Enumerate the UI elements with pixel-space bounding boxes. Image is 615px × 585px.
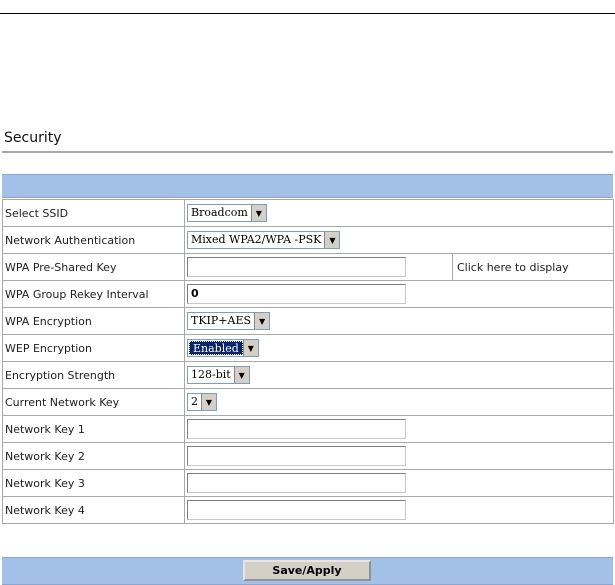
form-header-band [2,174,613,198]
current-network-key-label: Current Network Key [2,388,185,416]
encryption-strength-value: 128-bit [191,368,231,381]
title-divider [2,151,613,153]
select-ssid-label: Select SSID [2,199,185,227]
wpa-rekey-interval-input[interactable]: 0 [187,284,406,304]
form-row-wep-encryption: WEP Encryption Enabled ▼ [2,334,614,362]
wpa-psk-label: WPA Pre-Shared Key [2,253,185,281]
chevron-down-icon[interactable]: ▼ [254,313,270,329]
ssid-select[interactable]: Broadcom ▼ [187,204,267,222]
chevron-down-icon[interactable]: ▼ [324,232,340,248]
form-row-network-authentication: Network Authentication Mixed WPA2/WPA -P… [2,226,614,254]
form-row-wpa-encryption: WPA Encryption TKIP+AES ▼ [2,307,614,335]
encryption-strength-select[interactable]: 128-bit ▼ [187,366,250,384]
wpa-rekey-interval-label: WPA Group Rekey Interval [2,280,185,308]
form-row-network-key-4: Network Key 4 [2,496,614,524]
form-row-network-key-1: Network Key 1 [2,415,614,443]
chevron-down-icon[interactable]: ▼ [242,340,258,356]
chevron-down-icon[interactable]: ▼ [250,205,266,221]
network-key-4-input[interactable] [187,500,406,520]
current-network-key-select[interactable]: 2 ▼ [187,393,217,411]
form-row-select-ssid: Select SSID Broadcom ▼ [2,199,614,227]
network-key-2-input[interactable] [187,446,406,466]
form-row-network-key-3: Network Key 3 [2,469,614,497]
wpa-psk-input[interactable] [187,257,406,277]
form-row-wpa-psk: WPA Pre-Shared Key Click here to display [2,253,614,281]
wpa-encryption-select[interactable]: TKIP+AES ▼ [187,312,271,330]
wep-encryption-label: WEP Encryption [2,334,185,362]
network-authentication-label: Network Authentication [2,226,185,254]
ssid-select-value: Broadcom [191,206,248,219]
network-key-3-input[interactable] [187,473,406,493]
wep-encryption-value: Enabled [189,341,243,355]
network-key-3-label: Network Key 3 [2,469,185,497]
top-divider [0,13,615,14]
wpa-encryption-value: TKIP+AES [191,314,252,327]
wep-encryption-select[interactable]: Enabled ▼ [187,339,259,357]
network-key-1-input[interactable] [187,419,406,439]
security-form: Select SSID Broadcom ▼ Network Authentic… [2,199,614,524]
network-key-4-label: Network Key 4 [2,496,185,524]
form-row-current-network-key: Current Network Key 2 ▼ [2,388,614,416]
encryption-strength-label: Encryption Strength [2,361,185,389]
network-authentication-value: Mixed WPA2/WPA -PSK [191,233,322,246]
network-key-2-label: Network Key 2 [2,442,185,470]
click-to-display-link[interactable]: Click here to display [452,253,614,281]
form-row-wpa-rekey-interval: WPA Group Rekey Interval 0 [2,280,614,308]
chevron-down-icon[interactable]: ▼ [233,367,249,383]
form-row-network-key-2: Network Key 2 [2,442,614,470]
network-authentication-select[interactable]: Mixed WPA2/WPA -PSK ▼ [187,231,341,249]
wpa-encryption-label: WPA Encryption [2,307,185,335]
chevron-down-icon[interactable]: ▼ [201,394,216,410]
save-apply-button[interactable]: Save/Apply [243,560,371,581]
current-network-key-value: 2 [191,395,198,408]
page-title: Security [4,130,62,146]
form-row-encryption-strength: Encryption Strength 128-bit ▼ [2,361,614,389]
network-key-1-label: Network Key 1 [2,415,185,443]
